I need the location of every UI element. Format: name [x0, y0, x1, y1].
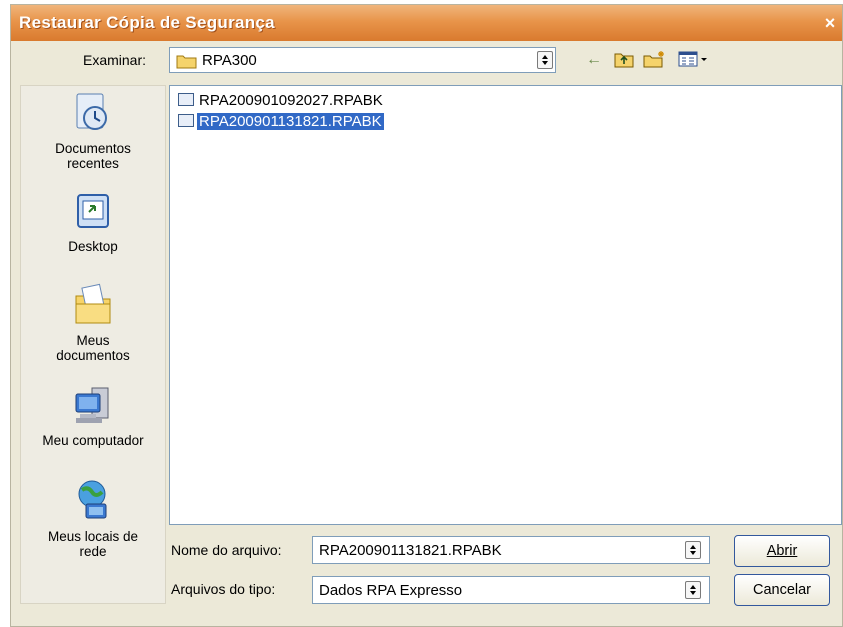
my-documents-icon — [21, 282, 165, 329]
place-recent-documents[interactable]: Documentos recentes — [21, 92, 165, 171]
my-computer-icon — [21, 386, 165, 429]
restore-backup-dialog: Restaurar Cópia de Segurança × Examinar:… — [10, 4, 843, 627]
filetype-label: Arquivos do tipo: — [171, 581, 276, 597]
lookin-combo[interactable]: RPA300 — [169, 47, 556, 73]
open-button-label: Abrir — [766, 543, 798, 559]
place-label: Meus — [76, 333, 110, 348]
back-arrow-icon[interactable]: ← — [583, 50, 605, 70]
file-name: RPA200901092027.RPABK — [199, 92, 383, 109]
place-my-documents[interactable]: Meus documentos — [21, 282, 165, 363]
recent-documents-icon — [21, 92, 165, 137]
place-network[interactable]: Meus locais de rede — [21, 478, 165, 559]
network-places-icon — [21, 478, 165, 525]
lookin-value: RPA300 — [202, 52, 257, 69]
title-bar: Restaurar Cópia de Segurança × — [11, 5, 842, 41]
filename-label: Nome do arquivo: — [171, 542, 282, 558]
folder-icon — [176, 53, 198, 73]
list-item[interactable]: RPA200901092027.RPABK — [178, 91, 385, 111]
filename-value: RPA200901131821.RPABK — [319, 542, 502, 559]
window-title: Restaurar Cópia de Segurança — [19, 13, 275, 32]
file-icon — [178, 93, 194, 106]
filetype-dropdown-icon[interactable] — [685, 581, 701, 599]
file-icon — [178, 114, 194, 127]
desktop-icon — [21, 192, 165, 235]
filename-dropdown-icon[interactable] — [685, 541, 701, 559]
new-folder-icon[interactable] — [643, 50, 667, 70]
lookin-label: Examinar: — [83, 52, 147, 68]
place-desktop[interactable]: Desktop — [21, 192, 165, 254]
file-name: RPA200901131821.RPABK — [197, 113, 384, 130]
place-label: recentes — [67, 156, 119, 171]
place-my-computer[interactable]: Meu computador — [21, 386, 165, 448]
close-icon[interactable]: × — [820, 13, 840, 33]
place-label: Meus locais de — [47, 529, 139, 544]
list-item-selected[interactable]: RPA200901131821.RPABK — [178, 112, 384, 132]
filetype-select[interactable]: Dados RPA Expresso — [312, 576, 710, 604]
filetype-value: Dados RPA Expresso — [319, 582, 463, 599]
places-bar: Documentos recentes Desktop Meus documen… — [20, 85, 166, 604]
place-label: Desktop — [68, 239, 118, 254]
file-list[interactable]: RPA200901092027.RPABK RPA200901131821.RP… — [169, 85, 842, 525]
filename-input[interactable]: RPA200901131821.RPABK — [312, 536, 710, 564]
open-button[interactable]: Abrir — [734, 535, 830, 567]
place-label: rede — [79, 544, 107, 559]
lookin-dropdown-icon[interactable] — [537, 51, 553, 69]
cancel-button[interactable]: Cancelar — [734, 574, 830, 606]
place-label: Documentos — [55, 141, 131, 156]
place-label: documentos — [56, 348, 130, 363]
up-folder-icon[interactable] — [613, 50, 635, 70]
views-menu-icon[interactable] — [677, 50, 711, 70]
place-label: Meu computador — [42, 433, 144, 448]
